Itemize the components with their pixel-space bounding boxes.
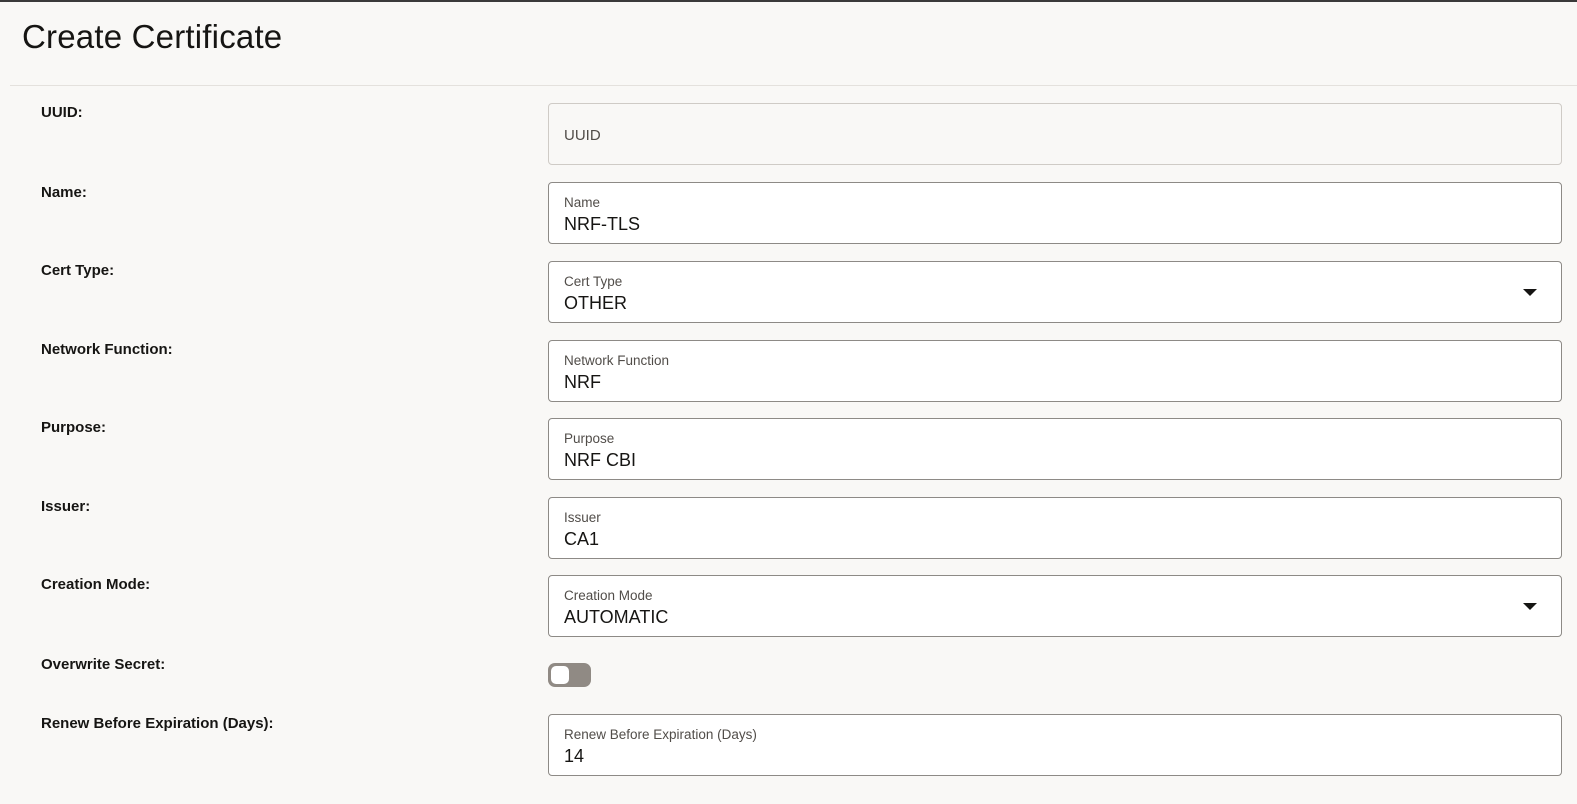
network-function-label: Network Function: [41, 341, 173, 358]
overwrite-secret-toggle[interactable] [548, 663, 591, 687]
network-function-field[interactable]: Network Function NRF [548, 340, 1562, 402]
issuer-value[interactable]: CA1 [564, 529, 599, 550]
creation-mode-select[interactable]: Creation Mode AUTOMATIC [548, 575, 1562, 637]
uuid-field[interactable]: UUID [548, 103, 1562, 165]
name-field[interactable]: Name NRF-TLS [548, 182, 1562, 244]
cert-type-label: Cert Type: [41, 262, 115, 279]
issuer-field[interactable]: Issuer CA1 [548, 497, 1562, 559]
cert-type-select[interactable]: Cert Type OTHER [548, 261, 1562, 323]
uuid-placeholder: UUID [564, 127, 601, 144]
renew-before-expiration-value[interactable]: 14 [564, 746, 584, 767]
name-field-caption: Name [564, 195, 601, 210]
chevron-down-icon[interactable] [1523, 289, 1537, 296]
renew-before-expiration-label: Renew Before Expiration (Days): [41, 715, 274, 732]
creation-mode-value[interactable]: AUTOMATIC [564, 607, 668, 628]
toggle-knob [551, 666, 569, 684]
uuid-label: UUID: [41, 104, 83, 121]
name-label: Name: [41, 184, 87, 201]
name-field-value[interactable]: NRF-TLS [564, 214, 640, 235]
renew-before-expiration-field[interactable]: Renew Before Expiration (Days) 14 [548, 714, 1562, 776]
page-title: Create Certificate [22, 18, 283, 55]
creation-mode-label: Creation Mode: [41, 576, 151, 593]
purpose-label: Purpose: [41, 419, 107, 436]
chevron-down-icon[interactable] [1523, 603, 1537, 610]
issuer-caption: Issuer [564, 510, 601, 525]
purpose-value[interactable]: NRF CBI [564, 450, 636, 471]
cert-type-caption: Cert Type [564, 274, 623, 289]
issuer-label: Issuer: [41, 498, 91, 515]
network-function-value[interactable]: NRF [564, 372, 601, 393]
renew-before-expiration-caption: Renew Before Expiration (Days) [564, 727, 757, 742]
title-divider [10, 85, 1577, 86]
purpose-caption: Purpose [564, 431, 615, 446]
creation-mode-caption: Creation Mode [564, 588, 653, 603]
purpose-field[interactable]: Purpose NRF CBI [548, 418, 1562, 480]
network-function-caption: Network Function [564, 353, 670, 368]
cert-type-value[interactable]: OTHER [564, 293, 627, 314]
overwrite-secret-label: Overwrite Secret: [41, 656, 166, 673]
